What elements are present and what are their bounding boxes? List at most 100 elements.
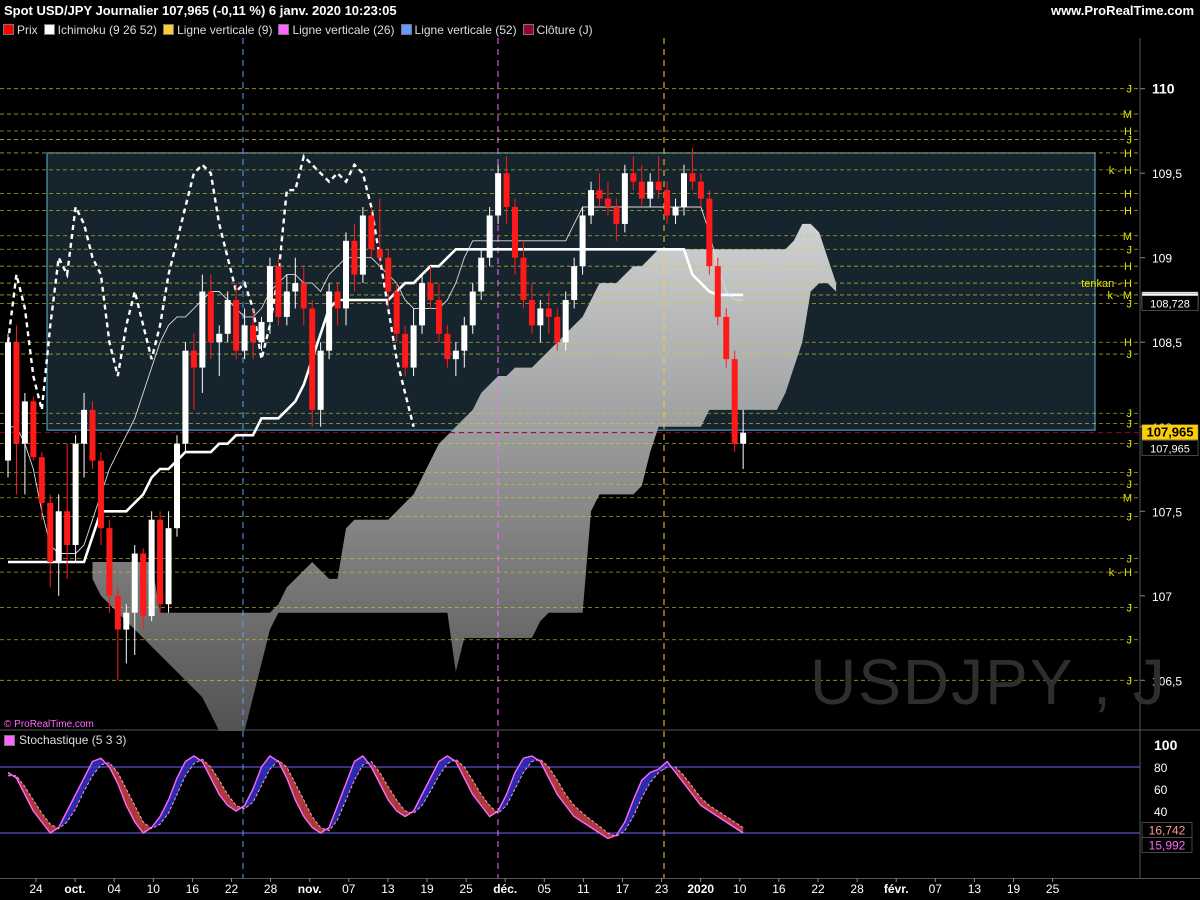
legend-item[interactable]: Ligne verticale (52): [400, 21, 517, 38]
candle-body: [97, 460, 104, 529]
candle-body: [359, 215, 366, 275]
candle-body: [385, 257, 392, 292]
stochastic-label: Stochastique (5 3 3): [19, 733, 127, 747]
level-label: J: [1127, 418, 1133, 430]
candle-body: [224, 299, 231, 334]
candle-body: [21, 401, 28, 444]
price-tick-label: 110: [1152, 81, 1175, 97]
price-tick-label: 108,5: [1152, 336, 1182, 350]
candle-body: [630, 173, 637, 182]
candle-body: [38, 457, 45, 503]
price-tag-label: 108,728: [1150, 299, 1190, 311]
candle-body: [199, 291, 206, 368]
legend-swatch: [522, 24, 534, 35]
candle-body: [317, 350, 324, 410]
candle-body: [123, 612, 130, 630]
date-tick-label: 05: [538, 882, 552, 896]
date-tick-label: 23: [655, 882, 669, 896]
candle-body: [283, 291, 290, 317]
candle-body: [495, 173, 502, 216]
legend-item[interactable]: Ligne verticale (26): [278, 21, 395, 38]
legend-label: Ligne verticale (26): [292, 22, 395, 37]
candle-body: [461, 325, 468, 351]
candle-body: [81, 409, 88, 444]
level-label: J: [1127, 349, 1133, 361]
candle-body: [140, 553, 147, 617]
candle-body: [89, 409, 96, 461]
date-axis: 24 oct. 04 10 16 22 28 nov. 07 13 19 25 déc. 05 11 17 23…: [0, 878, 1200, 900]
level-label: M: [1123, 231, 1132, 243]
candle-body: [376, 249, 383, 258]
level-label: H: [1124, 148, 1132, 160]
date-tick-label: 25: [459, 882, 473, 896]
candle-body: [233, 299, 240, 351]
legend-item[interactable]: Ligne verticale (9): [163, 21, 272, 38]
candle-body: [579, 215, 586, 267]
level-label: J: [1127, 467, 1133, 479]
candle-body: [72, 443, 79, 546]
price-tag-label: 107,965: [1147, 425, 1194, 440]
level-label: tenkan - H: [1081, 278, 1132, 290]
candle-body: [723, 316, 730, 360]
date-tick-label: 13: [381, 882, 395, 896]
legend-swatch: [3, 24, 14, 35]
candle-body: [621, 173, 628, 224]
candle-body: [655, 181, 662, 191]
candle-body: [157, 519, 164, 605]
stochastic-tick-label: 60: [1154, 783, 1168, 797]
level-label: J: [1127, 84, 1133, 96]
candle-body: [604, 198, 611, 208]
level-label: k - H: [1109, 567, 1132, 579]
level-label: J: [1127, 603, 1133, 615]
price-chart[interactable]: JMHJHk - HHHMJHtenkan - Hk - MJHJJJJJJMJ…: [0, 38, 1200, 731]
level-label: H: [1124, 189, 1132, 201]
candle-body: [148, 519, 155, 617]
candle-body: [207, 291, 214, 343]
candle-body: [588, 190, 595, 216]
site-link[interactable]: www.ProRealTime.com: [1051, 3, 1194, 18]
candle-body: [444, 333, 451, 360]
date-tick-label: 22: [811, 882, 825, 896]
candle-body: [419, 283, 426, 326]
candle-body: [47, 502, 54, 562]
legend-item[interactable]: Clôture (J): [522, 21, 593, 38]
stochastic-panel[interactable]: 1008060402016,74215,992: [0, 731, 1200, 878]
stochastic-tick-label: 100: [1154, 737, 1178, 753]
legend-item[interactable]: Ichimoku (9 26 52): [43, 21, 158, 38]
date-tick-label: 19: [420, 882, 434, 896]
candle-body: [368, 215, 375, 250]
candle-body: [106, 528, 113, 596]
candle-body: [562, 299, 569, 343]
stochastic-legend: Stochastique (5 3 3): [4, 733, 126, 747]
candle-body: [537, 308, 544, 326]
candle-body: [528, 299, 535, 326]
candle-body: [182, 350, 189, 444]
legend-label: Prix: [17, 22, 38, 37]
candle-body: [435, 299, 442, 334]
level-label: J: [1127, 511, 1133, 523]
date-tick-label: déc.: [493, 882, 517, 896]
price-tick-label: 109: [1152, 252, 1172, 266]
legend-item[interactable]: Prix: [3, 21, 38, 38]
candle-body: [309, 308, 316, 410]
date-tick-label: 11: [577, 882, 590, 896]
candle-body: [545, 308, 552, 317]
candle-body: [571, 266, 578, 300]
stochastic-swatch: [4, 734, 15, 746]
stochastic-background: [0, 731, 1200, 878]
candle-body: [714, 266, 721, 317]
candle-body: [638, 181, 645, 199]
candle-body: [216, 333, 223, 343]
candle-body: [647, 181, 654, 199]
level-label: J: [1127, 244, 1133, 256]
legend-swatch: [43, 24, 55, 35]
date-tick-label: 2020: [687, 882, 714, 896]
candle-body: [393, 291, 400, 334]
date-tick-label: 28: [264, 882, 278, 896]
date-tick-label: 16: [772, 882, 786, 896]
level-label: M: [1123, 109, 1132, 121]
candle-body: [114, 595, 121, 630]
date-tick-label: févr.: [884, 882, 909, 896]
legend-label: Ichimoku (9 26 52): [57, 22, 158, 37]
date-tick-label: 24: [29, 882, 43, 896]
